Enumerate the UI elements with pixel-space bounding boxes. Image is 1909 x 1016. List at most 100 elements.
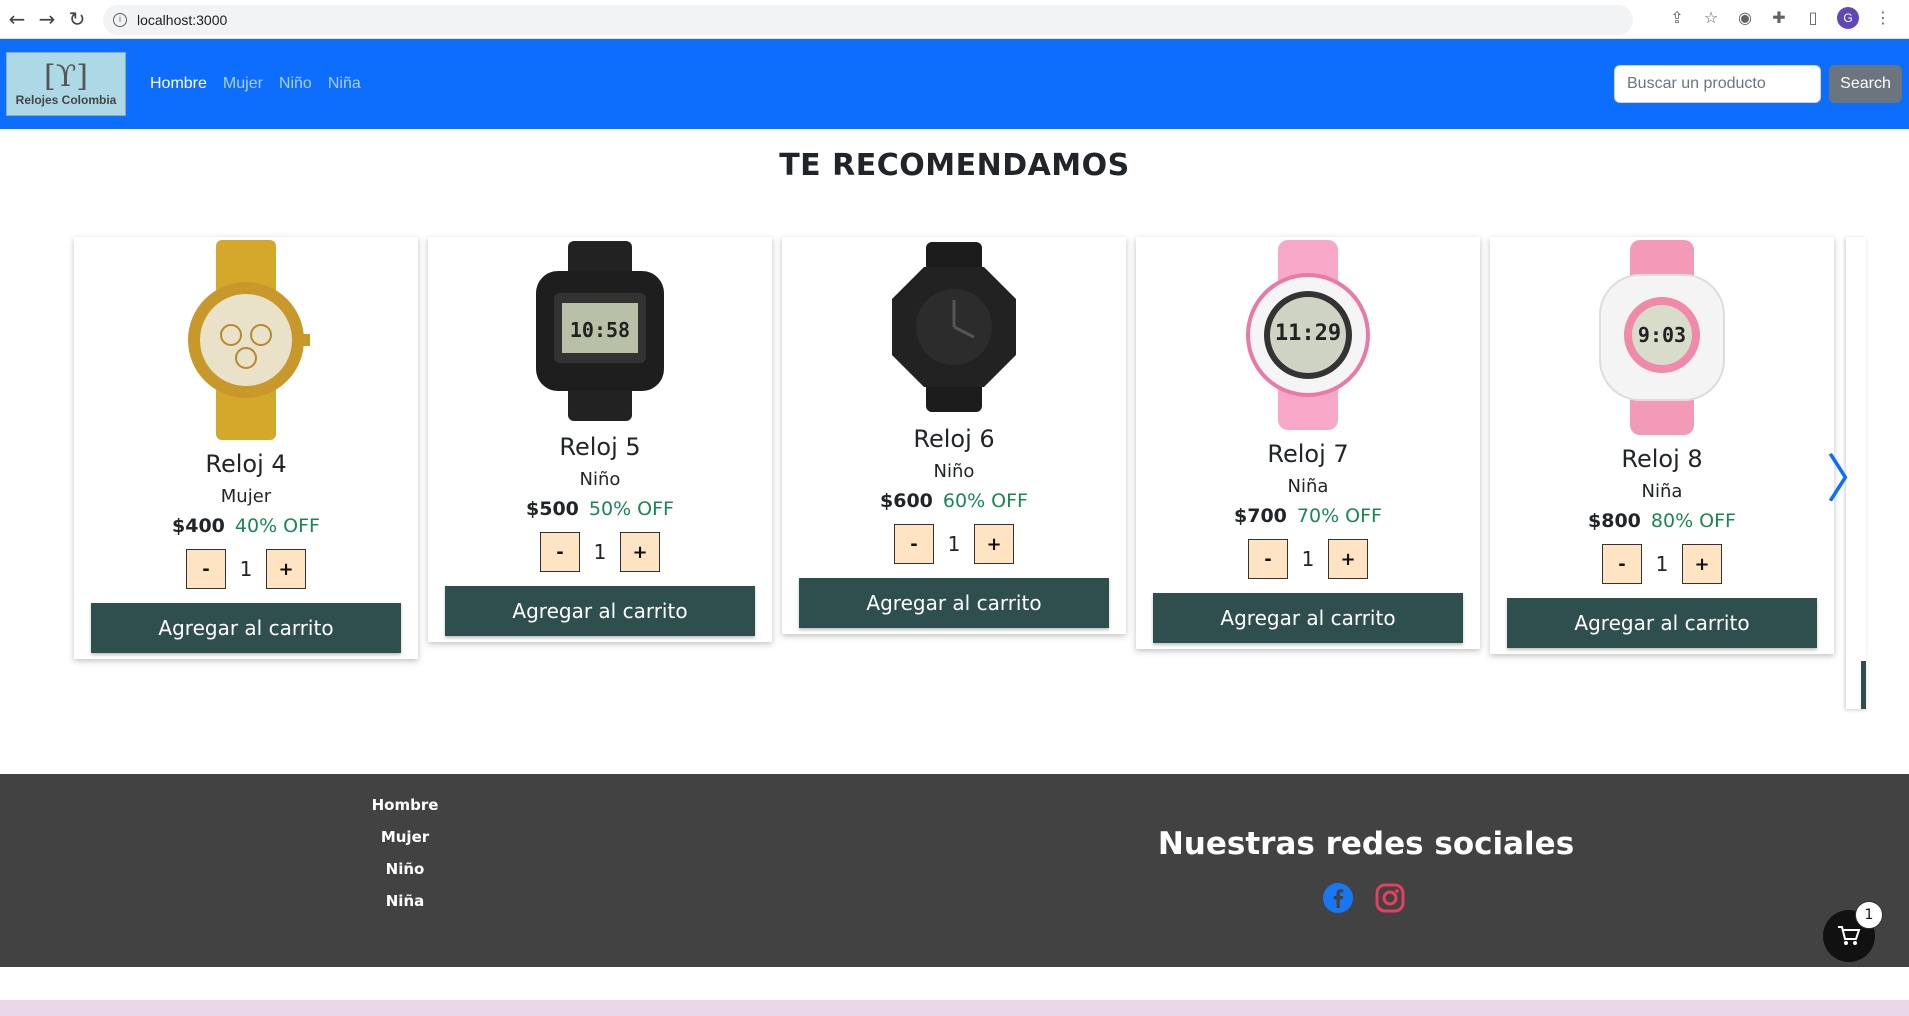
product-name: Reloj 4 [205, 450, 287, 478]
product-card: 10:58 Reloj 5 Niño $500 50% OFF - 1 + Ag… [428, 237, 772, 642]
product-category: Mujer [220, 486, 272, 507]
product-price: $600 [880, 490, 933, 512]
product-discount: 40% OFF [234, 515, 320, 537]
product-discount: 50% OFF [588, 498, 674, 520]
quantity-value: 1 [1301, 547, 1315, 571]
brand-logo[interactable]: [ϒ] Relojes Colombia [6, 52, 126, 116]
product-image: 11:29 [1136, 237, 1480, 432]
site-info-icon[interactable]: i [113, 13, 127, 27]
logo-symbol: [ϒ] [43, 59, 88, 94]
pink-white-watch-icon: 9:03 [1599, 239, 1725, 435]
product-name: Reloj 5 [559, 433, 641, 461]
product-card: 11:29 Reloj 7 Niña $700 70% OFF - 1 + Ag… [1136, 237, 1480, 649]
product-discount: 80% OFF [1650, 510, 1736, 532]
add-to-cart-button-partial[interactable] [1861, 661, 1866, 709]
decrease-button[interactable]: - [1248, 539, 1288, 579]
product-category: Niña [1641, 481, 1683, 502]
increase-button[interactable]: + [620, 532, 660, 572]
quantity-stepper: - 1 + [1248, 539, 1368, 579]
product-discount: 70% OFF [1296, 505, 1382, 527]
quantity-value: 1 [947, 532, 961, 556]
product-card: 9:03 Reloj 8 Niña $800 80% OFF - 1 + Agr… [1490, 237, 1834, 654]
add-to-cart-button[interactable]: Agregar al carrito [1507, 598, 1817, 648]
social-title: Nuestras redes sociales [1157, 826, 1575, 862]
price-row: $500 50% OFF [526, 498, 674, 520]
product-image: 10:58 [428, 237, 772, 425]
extension-puzzle-icon[interactable]: ✚ [1769, 8, 1789, 28]
browser-actions: ⇪ ☆ ◉ ✚ ▯ G ⋮ [1667, 7, 1893, 29]
increase-button[interactable]: + [266, 549, 306, 589]
back-icon[interactable]: ← [2, 4, 32, 34]
product-price: $500 [526, 498, 579, 520]
cart-icon [1838, 926, 1861, 945]
product-price: $800 [1588, 510, 1641, 532]
carousel-next-icon[interactable]: 〉 [1826, 454, 1878, 506]
svg-text:11:29: 11:29 [1275, 321, 1341, 346]
quantity-stepper: - 1 + [894, 524, 1014, 564]
browser-toolbar: ← → ↻ i localhost:3000 ⇪ ☆ ◉ ✚ ▯ G ⋮ [0, 0, 1909, 39]
quantity-value: 1 [593, 540, 607, 564]
search-input[interactable] [1614, 65, 1821, 103]
cart-count-badge: 1 [1855, 901, 1883, 929]
nav-link-hombre[interactable]: Hombre [150, 75, 207, 93]
increase-button[interactable]: + [1328, 539, 1368, 579]
nav-link-mujer[interactable]: Mujer [223, 75, 263, 93]
footer-link-nina[interactable]: Niña [386, 892, 425, 910]
search-button[interactable]: Search [1829, 65, 1902, 103]
nav-link-nino[interactable]: Niño [279, 75, 312, 93]
instagram-icon[interactable] [1374, 882, 1406, 914]
footer-link-nino[interactable]: Niño [386, 860, 425, 878]
decrease-button[interactable]: - [186, 549, 226, 589]
nav-link-nina[interactable]: Niña [328, 75, 361, 93]
product-name: Reloj 7 [1267, 440, 1349, 468]
increase-button[interactable]: + [1682, 544, 1722, 584]
svg-text:10:58: 10:58 [570, 318, 630, 342]
price-row: $800 80% OFF [1588, 510, 1736, 532]
profile-avatar[interactable]: G [1837, 7, 1859, 29]
product-name: Reloj 6 [913, 425, 995, 453]
quantity-value: 1 [1655, 552, 1669, 576]
pink-digital-watch-icon: 11:29 [1246, 239, 1370, 430]
price-row: $600 60% OFF [880, 490, 1028, 512]
product-category: Niña [1287, 476, 1329, 497]
decrease-button[interactable]: - [1602, 544, 1642, 584]
section-title: TE RECOMENDAMOS [779, 148, 1130, 183]
add-to-cart-button[interactable]: Agregar al carrito [1153, 593, 1463, 643]
price-row: $700 70% OFF [1234, 505, 1382, 527]
quantity-value: 1 [239, 557, 253, 581]
svg-text:9:03: 9:03 [1638, 323, 1686, 347]
footer-links: Hombre Mujer Niño Niña [300, 796, 510, 910]
extension-icon[interactable]: ◉ [1735, 8, 1755, 28]
product-price: $400 [172, 515, 225, 537]
increase-button[interactable]: + [974, 524, 1014, 564]
footer-link-hombre[interactable]: Hombre [372, 796, 439, 814]
product-category: Niño [933, 461, 975, 482]
product-price: $700 [1234, 505, 1287, 527]
quantity-stepper: - 1 + [540, 532, 660, 572]
menu-kebab-icon[interactable]: ⋮ [1873, 8, 1893, 28]
price-row: $400 40% OFF [172, 515, 320, 537]
side-panel-icon[interactable]: ▯ [1803, 8, 1823, 28]
footer-link-mujer[interactable]: Mujer [381, 828, 429, 846]
black-digital-watch-icon: 10:58 [536, 241, 664, 421]
product-image: 9:03 [1490, 237, 1834, 437]
nav-links: Hombre Mujer Niño Niña [150, 39, 361, 129]
bookmark-star-icon[interactable]: ☆ [1701, 8, 1721, 28]
os-taskbar [0, 1000, 1909, 1016]
main-navbar: [ϒ] Relojes Colombia Hombre Mujer Niño N… [0, 39, 1909, 129]
decrease-button[interactable]: - [894, 524, 934, 564]
quantity-stepper: - 1 + [1602, 544, 1722, 584]
forward-icon[interactable]: → [32, 4, 62, 34]
product-discount: 60% OFF [942, 490, 1028, 512]
product-card: Reloj 4 Mujer $400 40% OFF - 1 + Agregar… [74, 237, 418, 659]
add-to-cart-button[interactable]: Agregar al carrito [91, 603, 401, 653]
black-octagon-watch-icon [892, 242, 1016, 412]
add-to-cart-button[interactable]: Agregar al carrito [445, 586, 755, 636]
decrease-button[interactable]: - [540, 532, 580, 572]
address-bar[interactable]: i localhost:3000 [103, 5, 1633, 35]
facebook-icon[interactable] [1322, 882, 1354, 914]
quantity-stepper: - 1 + [186, 549, 306, 589]
add-to-cart-button[interactable]: Agregar al carrito [799, 578, 1109, 628]
reload-icon[interactable]: ↻ [62, 4, 92, 34]
share-icon[interactable]: ⇪ [1667, 8, 1687, 28]
